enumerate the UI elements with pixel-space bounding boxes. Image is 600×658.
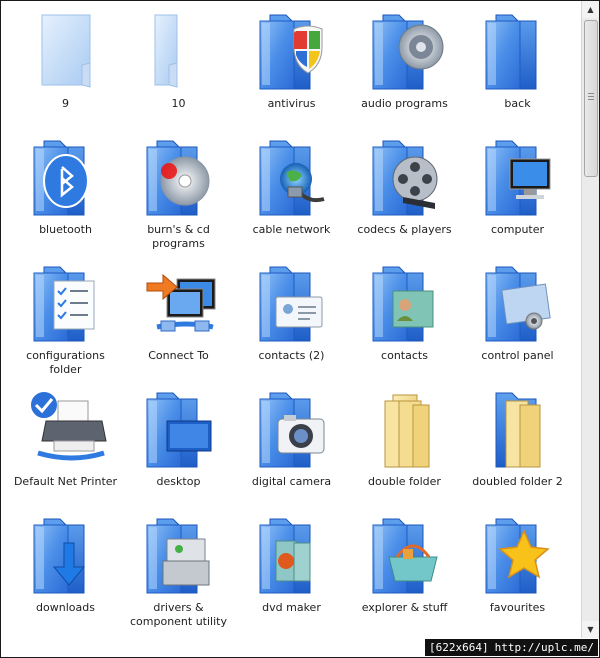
- contact-card-folder-icon: [250, 261, 334, 345]
- yellow-blue-folder-icon: [476, 387, 560, 471]
- icon-label: desktop: [156, 475, 201, 488]
- icon-label: contacts (2): [258, 349, 325, 362]
- checklist-folder-icon: [24, 261, 108, 345]
- icon-label: digital camera: [251, 475, 332, 488]
- icon-label: contacts: [381, 349, 428, 362]
- icon-label: downloads: [36, 601, 95, 614]
- icon-label: explorer & stuff: [361, 601, 448, 614]
- icon-item[interactable]: downloads: [9, 513, 122, 638]
- empty-folder-icon: [476, 9, 560, 93]
- icon-item[interactable]: Connect To: [122, 261, 235, 386]
- contacts-folder-icon: [363, 261, 447, 345]
- printer-check-icon: [24, 387, 108, 471]
- icon-label: burn's & cd programs: [147, 223, 210, 250]
- icon-item[interactable]: desktop: [122, 387, 235, 512]
- plain-folder-icon: [24, 9, 108, 93]
- icon-item[interactable]: computer: [461, 135, 574, 260]
- icon-item[interactable]: burn's & cd programs: [122, 135, 235, 260]
- icon-item[interactable]: audio programs: [348, 9, 461, 134]
- icon-item[interactable]: digital camera: [235, 387, 348, 512]
- icon-label: 9: [62, 97, 69, 110]
- icon-label: antivirus: [267, 97, 316, 110]
- icon-item[interactable]: dvd maker: [235, 513, 348, 638]
- icon-label: 10: [171, 97, 186, 110]
- download-arrow-folder-icon: [24, 513, 108, 597]
- icon-label: double folder: [368, 475, 441, 488]
- icon-label: computer: [490, 223, 545, 236]
- monitor-folder-icon: [476, 135, 560, 219]
- shield-folder-icon: [250, 9, 334, 93]
- icon-item[interactable]: doubled folder 2: [461, 387, 574, 512]
- icon-item[interactable]: control panel: [461, 261, 574, 386]
- icon-label: favourites: [489, 601, 546, 614]
- desktop-folder-icon: [137, 387, 221, 471]
- arrow-down-icon: ▼: [587, 625, 594, 634]
- yellow-double-folder-icon: [363, 387, 447, 471]
- icon-item[interactable]: drivers & component utility: [122, 513, 235, 638]
- icon-label: cable network: [252, 223, 331, 236]
- scroll-up-button[interactable]: ▲: [582, 1, 599, 18]
- icon-label: Default Net Printer: [13, 475, 118, 488]
- arrow-up-icon: ▲: [587, 5, 594, 14]
- basket-folder-icon: [363, 513, 447, 597]
- watermark: [622x664] http://uplc.me/: [425, 639, 598, 656]
- icon-view-window: 9 10 antivirus audio programs back bluet…: [0, 0, 600, 658]
- icon-label: Connect To: [148, 349, 209, 362]
- icon-item[interactable]: Default Net Printer: [9, 387, 122, 512]
- control-panel-folder-icon: [476, 261, 560, 345]
- icon-item[interactable]: codecs & players: [348, 135, 461, 260]
- icon-item[interactable]: contacts: [348, 261, 461, 386]
- icon-item[interactable]: 10: [122, 9, 235, 134]
- icon-label: dvd maker: [262, 601, 321, 614]
- icon-item[interactable]: explorer & stuff: [348, 513, 461, 638]
- speaker-folder-icon: [363, 9, 447, 93]
- icon-label: audio programs: [361, 97, 448, 110]
- vertical-scrollbar[interactable]: ▲ ▼: [581, 1, 599, 638]
- icon-item[interactable]: back: [461, 9, 574, 134]
- icon-item[interactable]: 9: [9, 9, 122, 134]
- grip-line: [588, 96, 594, 97]
- bluetooth-folder-icon: [24, 135, 108, 219]
- icon-item[interactable]: double folder: [348, 387, 461, 512]
- scroll-thumb[interactable]: [584, 20, 598, 177]
- globe-cable-folder-icon: [250, 135, 334, 219]
- connect-monitors-icon: [137, 261, 221, 345]
- icon-label: back: [504, 97, 531, 110]
- icon-item[interactable]: favourites: [461, 513, 574, 638]
- scroll-down-button[interactable]: ▼: [582, 621, 599, 638]
- icon-item[interactable]: antivirus: [235, 9, 348, 134]
- film-reel-folder-icon: [363, 135, 447, 219]
- watermark-url: http://uplc.me/: [494, 641, 594, 654]
- icon-label: doubled folder 2: [472, 475, 563, 488]
- icon-label: bluetooth: [39, 223, 92, 236]
- icon-item[interactable]: bluetooth: [9, 135, 122, 260]
- watermark-dimensions: [622x664]: [429, 641, 489, 654]
- dvd-folder-icon: [250, 513, 334, 597]
- icon-label: drivers & component utility: [129, 601, 227, 628]
- icon-item[interactable]: configurations folder: [9, 261, 122, 386]
- icon-label: codecs & players: [357, 223, 452, 236]
- grip-line: [588, 99, 594, 100]
- icon-item[interactable]: cable network: [235, 135, 348, 260]
- icon-label: control panel: [481, 349, 554, 362]
- icon-grid: 9 10 antivirus audio programs back bluet…: [9, 9, 579, 638]
- icon-item[interactable]: contacts (2): [235, 261, 348, 386]
- toolbox-folder-icon: [137, 513, 221, 597]
- star-folder-icon: [476, 513, 560, 597]
- grip-line: [588, 93, 594, 94]
- disc-folder-icon: [137, 135, 221, 219]
- camera-folder-icon: [250, 387, 334, 471]
- narrow-folder-icon: [137, 9, 221, 93]
- icon-label: configurations folder: [26, 349, 105, 376]
